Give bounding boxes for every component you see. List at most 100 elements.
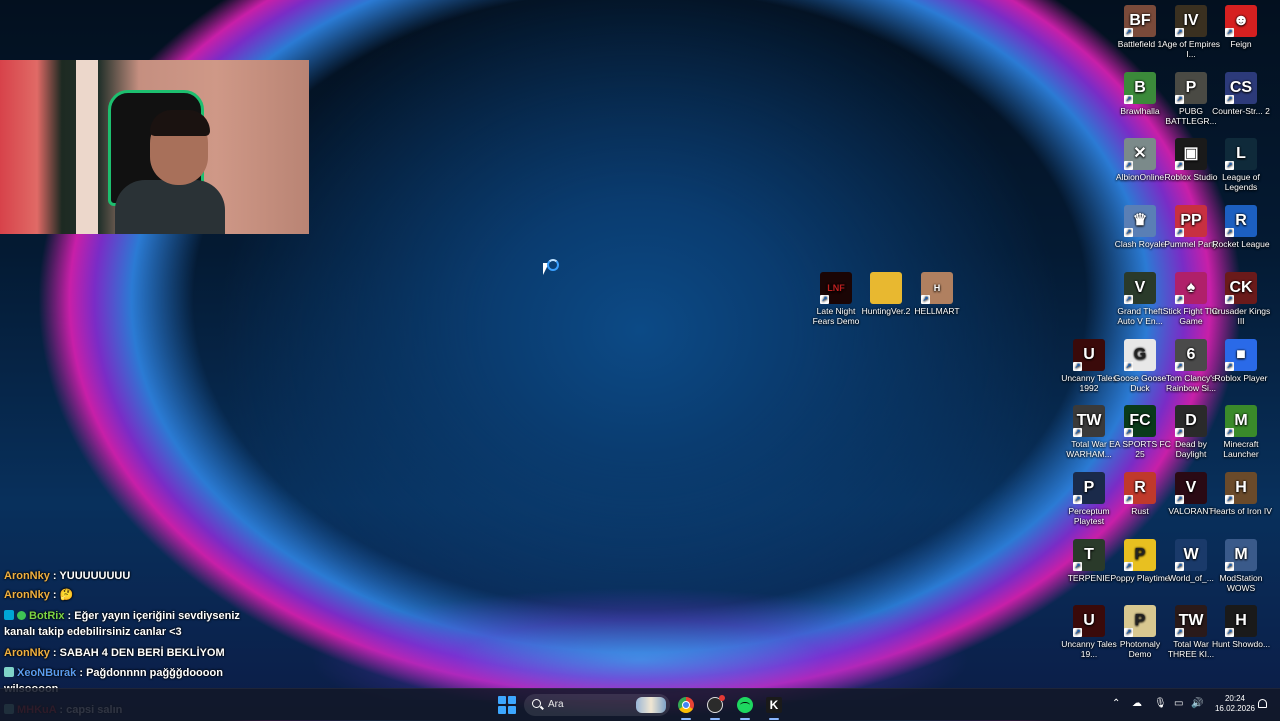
wallpaper-glow: [230, 540, 1050, 700]
app-icon: TW ↗: [1175, 605, 1207, 638]
desktop-icon[interactable]: L ↗ League of Legends: [1210, 138, 1272, 192]
app-icon: B ↗: [1124, 71, 1156, 104]
shortcut-arrow-icon: ↗: [1124, 494, 1133, 504]
app-icon: CK ↗: [1225, 271, 1257, 304]
shortcut-arrow-icon: ↗: [1124, 628, 1133, 638]
chat-message: AronNky : YUUUUUUUU: [4, 569, 130, 584]
desktop-icon-label: League of Legends: [1222, 172, 1260, 193]
shortcut-arrow-icon: ↗: [1073, 494, 1082, 504]
shortcut-arrow-icon: ↗: [1225, 294, 1234, 304]
shortcut-arrow-icon: ↗: [1124, 28, 1133, 37]
shortcut-arrow-icon: ↗: [1175, 561, 1184, 571]
shortcut-arrow-icon: ↗: [1225, 494, 1234, 504]
app-icon: P ↗: [1124, 605, 1156, 638]
chat-message: XeoNBurak : Pağdonnnn pağğğdoooon: [4, 666, 223, 681]
chat-text: : 🤔: [49, 589, 74, 601]
verified-badge-icon: [17, 611, 26, 620]
search-placeholder: Ara: [548, 699, 564, 710]
shortcut-arrow-icon: ↗: [1225, 361, 1234, 371]
clock-time: 20:24: [1224, 694, 1246, 703]
app-icon: ♠ ↗: [1175, 271, 1207, 304]
app-icon: CS ↗: [1225, 71, 1257, 104]
webcam-overlay: [0, 60, 309, 234]
shortcut-arrow-icon: ↗: [1225, 428, 1234, 438]
desktop-icon[interactable]: CK ↗ Crusader Kings III: [1210, 271, 1272, 326]
webcam-streamer-body: [115, 180, 225, 234]
search-icon: [532, 699, 541, 708]
recording-dot-icon: [719, 695, 725, 701]
app-icon: PP ↗: [1175, 205, 1207, 238]
taskbar-search[interactable]: Ara: [524, 694, 670, 716]
app-icon: ▣ ↗: [1175, 138, 1207, 171]
chat-text: : Eğer yayın içeriğini sevdiyseniz: [64, 610, 240, 622]
shortcut-arrow-icon: ↗: [1073, 361, 1082, 371]
desktop-icon[interactable]: CS ↗ Counter-Str... 2: [1210, 71, 1272, 116]
app-icon: H ↗: [1225, 471, 1257, 504]
chat-username: XeoNBurak: [17, 667, 77, 679]
desktop-icon[interactable]: H ↗ HELLMART: [906, 272, 968, 316]
tray-chevron-up-icon[interactable]: ⌃: [1112, 698, 1120, 709]
app-icon: G ↗: [1124, 338, 1156, 371]
busy-spinner-icon: [547, 259, 559, 271]
app-icon: V ↗: [1175, 471, 1207, 504]
app-icon: U ↗: [1073, 605, 1105, 638]
app-icon: D ↗: [1175, 405, 1207, 438]
shortcut-arrow-icon: ↗: [1225, 561, 1234, 571]
chrome-icon[interactable]: [678, 697, 694, 713]
shortcut-arrow-icon: ↗: [1124, 94, 1133, 104]
shortcut-arrow-icon: ↗: [1124, 228, 1133, 238]
shortcut-arrow-icon: ↗: [1175, 94, 1184, 104]
app-icon: M ↗: [1225, 405, 1257, 438]
shortcut-arrow-icon: ↗: [1124, 428, 1133, 438]
desktop-icon[interactable]: ☻ ↗ Feign: [1210, 5, 1272, 49]
volume-icon[interactable]: 🔊: [1191, 698, 1203, 709]
chat-text: : YUUUUUUUU: [49, 570, 131, 582]
app-icon: M ↗: [1225, 538, 1257, 571]
desktop-icon-label: Crusader Kings III: [1211, 305, 1271, 326]
obs-icon[interactable]: [707, 695, 725, 713]
app-icon: U ↗: [1073, 338, 1105, 371]
shortcut-arrow-icon: ↗: [1225, 94, 1234, 104]
app-icon: 6 ↗: [1175, 338, 1207, 371]
clock[interactable]: 20:24 16.02.2026: [1213, 694, 1257, 714]
shortcut-arrow-icon: ↗: [1124, 161, 1133, 171]
search-highlight-image: [636, 697, 666, 713]
app-icon: L ↗: [1225, 138, 1257, 171]
chat-message: AronNky : 🤔: [4, 588, 73, 603]
desktop-icon[interactable]: ■ ↗ Roblox Player: [1210, 338, 1272, 383]
desktop-icon[interactable]: H ↗ Hunt Showdo...: [1210, 605, 1272, 649]
moderator-badge-icon: [4, 610, 14, 620]
network-icon[interactable]: ▭: [1174, 698, 1183, 709]
shortcut-arrow-icon: ↗: [1225, 628, 1234, 638]
desktop-icon[interactable]: M ↗ ModStation WOWS: [1210, 538, 1272, 593]
spotify-icon[interactable]: [737, 697, 753, 713]
onedrive-icon[interactable]: ☁: [1132, 698, 1142, 709]
microphone-icon[interactable]: 🎙: [1154, 698, 1167, 709]
chat-username: AronNky: [4, 647, 50, 659]
app-icon: ♛ ↗: [1124, 205, 1156, 238]
start-button[interactable]: [498, 696, 516, 714]
chat-message: kanalı takip edebilirsiniz canlar <3: [4, 625, 182, 640]
desktop-icon[interactable]: M ↗ Minecraft Launcher: [1210, 405, 1272, 459]
folder-icon: [870, 272, 902, 304]
desktop-icon[interactable]: R ↗ Rocket League: [1210, 205, 1272, 249]
shortcut-arrow-icon: ↗: [1175, 161, 1184, 171]
shortcut-arrow-icon: ↗: [1225, 228, 1234, 238]
shortcut-arrow-icon: ↗: [1175, 28, 1184, 37]
desktop-icon-label: Roblox Player: [1214, 372, 1268, 383]
desktop-icon-label: HELLMART: [914, 306, 960, 316]
chat-text: : Pağdonnnn pağğğdoooon: [76, 667, 223, 679]
app-icon: W ↗: [1175, 538, 1207, 571]
desktop-icon-label: Minecraft Launcher: [1223, 439, 1259, 460]
shortcut-arrow-icon: ↗: [1073, 428, 1082, 438]
chat-username: AronNky: [4, 589, 50, 601]
desktop-icon[interactable]: H ↗ Hearts of Iron IV: [1210, 471, 1272, 516]
app-icon: H ↗: [921, 272, 953, 304]
notification-bell-icon[interactable]: [1258, 699, 1267, 708]
desktop-icon-label: Hunt Showdo...: [1211, 639, 1271, 650]
kick-icon[interactable]: K: [766, 697, 782, 713]
shortcut-arrow-icon: ↗: [1175, 294, 1184, 304]
shortcut-arrow-icon: ↗: [1175, 361, 1184, 371]
chat-username: AronNky: [4, 570, 50, 582]
app-icon: ☻ ↗: [1225, 5, 1257, 37]
